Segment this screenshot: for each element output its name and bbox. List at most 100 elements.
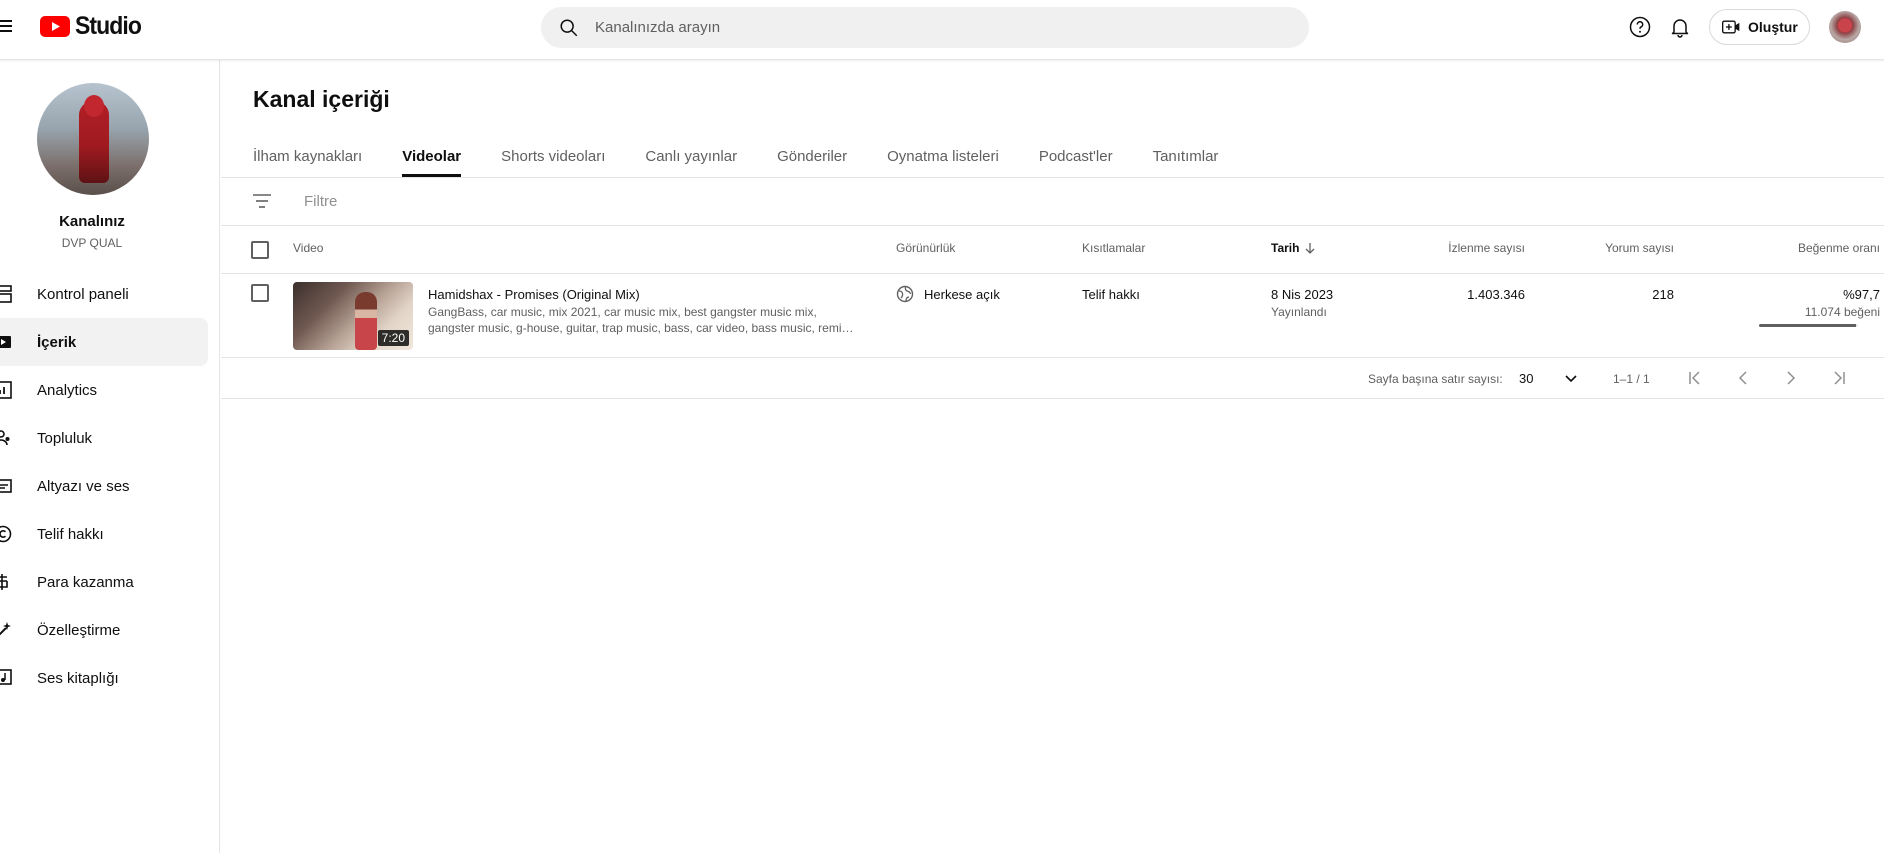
tab-podcasts[interactable]: Podcast'ler (1039, 135, 1113, 177)
likes-count: 11.074 beğeni (1804, 305, 1880, 319)
divider (221, 398, 1884, 399)
hamburger-menu-icon[interactable] (0, 17, 14, 35)
youtube-studio-logo[interactable]: Studio (40, 12, 147, 40)
sidebar-item-label: Kontrol paneli (37, 285, 129, 303)
sidebar-item-label: Altyazı ve ses (37, 477, 130, 495)
sidebar-item-subtitles[interactable]: Altyazı ve ses (0, 462, 208, 510)
sidebar-item-community[interactable]: Topluluk (0, 414, 208, 462)
sort-descending-arrow-icon (1305, 243, 1315, 254)
channel-avatar[interactable] (37, 83, 149, 195)
previous-page-icon[interactable] (1734, 369, 1752, 387)
sidebar-item-label: İçerik (37, 333, 77, 351)
pagination: Sayfa başına satır sayısı: 30 1–1 / 1 (221, 358, 1884, 398)
visibility-value[interactable]: Herkese açık (924, 287, 1000, 302)
sidebar-item-label: Topluluk (37, 429, 93, 447)
subtitles-icon (0, 479, 12, 493)
analytics-icon (0, 381, 12, 399)
select-all-checkbox[interactable] (251, 241, 269, 259)
sidebar-item-label: Özelleştirme (37, 621, 121, 639)
tab-live[interactable]: Canlı yayınlar (645, 135, 737, 177)
tab-shorts[interactable]: Shorts videoları (501, 135, 605, 177)
comments-count: 218 (1652, 287, 1674, 302)
avatar-figure-head (84, 95, 104, 117)
create-button[interactable]: Oluştur (1709, 9, 1810, 45)
sidebar-item-label: Para kazanma (37, 573, 134, 591)
create-button-label: Oluştur (1748, 19, 1798, 35)
thumbnail-figure (355, 292, 377, 350)
column-header-visibility[interactable]: Görünürlük (896, 241, 955, 255)
content-tabs: İlham kaynakları Videolar Shorts videola… (253, 135, 1258, 177)
column-header-likes[interactable]: Beğenme oranı (1681, 241, 1880, 255)
account-avatar[interactable] (1829, 11, 1861, 43)
restrictions-value[interactable]: Telif hakkı (1082, 287, 1140, 302)
top-bar: Studio Oluştur (0, 0, 1884, 60)
column-header-views[interactable]: İzlenme sayısı (1381, 241, 1525, 255)
sidebar-item-label: Ses kitaplığı (37, 669, 119, 687)
sidebar-item-dashboard[interactable]: Kontrol paneli (0, 270, 208, 318)
publish-status: Yayınlandı (1271, 305, 1327, 319)
like-ratio: %97,7 (1843, 287, 1880, 302)
video-title[interactable]: Hamidshax - Promises (Original Mix) (428, 287, 640, 302)
sidebar-item-analytics[interactable]: Analytics (0, 366, 208, 414)
column-header-date[interactable]: Tarih (1271, 241, 1317, 255)
rows-per-page-label: Sayfa başına satır sayısı: (1368, 372, 1503, 386)
column-header-date-label: Tarih (1271, 241, 1300, 255)
tab-inspiration[interactable]: İlham kaynakları (253, 135, 362, 177)
column-header-restrictions[interactable]: Kısıtlamalar (1082, 241, 1145, 255)
video-description: GangBass, car music, mix 2021, car music… (428, 305, 854, 335)
youtube-logo-icon (40, 15, 70, 37)
table-row[interactable]: 7:20 Hamidshax - Promises (Original Mix)… (221, 274, 1884, 357)
sidebar-item-label: Analytics (37, 381, 98, 399)
copyright-icon (0, 525, 12, 543)
public-globe-icon (896, 285, 914, 303)
page-title: Kanal içeriği (253, 86, 390, 112)
rows-per-page-value[interactable]: 30 (1519, 371, 1533, 386)
search-bar[interactable] (541, 7, 1309, 48)
filter-icon[interactable] (251, 191, 273, 211)
like-ratio-bar (1759, 324, 1858, 327)
last-page-icon[interactable] (1830, 369, 1848, 387)
sidebar-item-label: Telif hakkı (37, 525, 104, 543)
sidebar-item-copyright[interactable]: Telif hakkı (0, 510, 208, 558)
sidebar: Kanalınız DVP QUAL Kontrol paneli İçerik… (0, 60, 220, 853)
dashboard-icon (0, 285, 12, 303)
row-checkbox[interactable] (251, 284, 269, 302)
create-video-icon (1722, 20, 1740, 34)
tab-playlists[interactable]: Oynatma listeleri (887, 135, 999, 177)
help-icon[interactable] (1628, 15, 1652, 39)
main-content: Kanal içeriği İlham kaynakları Videolar … (221, 60, 1884, 853)
first-page-icon[interactable] (1686, 369, 1704, 387)
video-thumbnail[interactable]: 7:20 (293, 282, 413, 350)
next-page-icon[interactable] (1782, 369, 1800, 387)
divider (221, 225, 1884, 226)
channel-name: Kanalınız (59, 213, 125, 230)
chevron-down-icon[interactable] (1563, 370, 1579, 386)
tab-posts[interactable]: Gönderiler (777, 135, 847, 177)
audio-library-icon (0, 669, 12, 685)
sidebar-nav: Kontrol paneli İçerik Analytics Topluluk… (0, 270, 220, 702)
sidebar-item-audio-library[interactable]: Ses kitaplığı (0, 654, 208, 702)
sidebar-item-content[interactable]: İçerik (0, 318, 208, 366)
logo-text: Studio (75, 11, 142, 40)
customization-icon (0, 622, 11, 636)
monetization-icon (0, 574, 8, 590)
community-icon (0, 430, 10, 446)
content-icon (0, 336, 11, 348)
search-input[interactable] (595, 19, 1195, 36)
video-duration: 7:20 (377, 330, 409, 346)
tab-videos[interactable]: Videolar (402, 135, 461, 177)
filter-input[interactable] (304, 190, 704, 212)
divider (221, 177, 1884, 178)
tab-promotions[interactable]: Tanıtımlar (1153, 135, 1219, 177)
like-ratio-bar-fill (1759, 324, 1856, 327)
column-header-video[interactable]: Video (293, 241, 323, 255)
views-count: 1.403.346 (1467, 287, 1525, 302)
sidebar-item-customization[interactable]: Özelleştirme (0, 606, 208, 654)
search-icon[interactable] (558, 17, 580, 39)
notifications-bell-icon[interactable] (1668, 15, 1692, 39)
channel-handle: DVP QUAL (61, 236, 123, 250)
publish-date: 8 Nis 2023 (1271, 287, 1334, 302)
page-range: 1–1 / 1 (1613, 372, 1650, 386)
sidebar-item-monetization[interactable]: Para kazanma (0, 558, 208, 606)
column-header-comments[interactable]: Yorum sayısı (1551, 241, 1674, 255)
